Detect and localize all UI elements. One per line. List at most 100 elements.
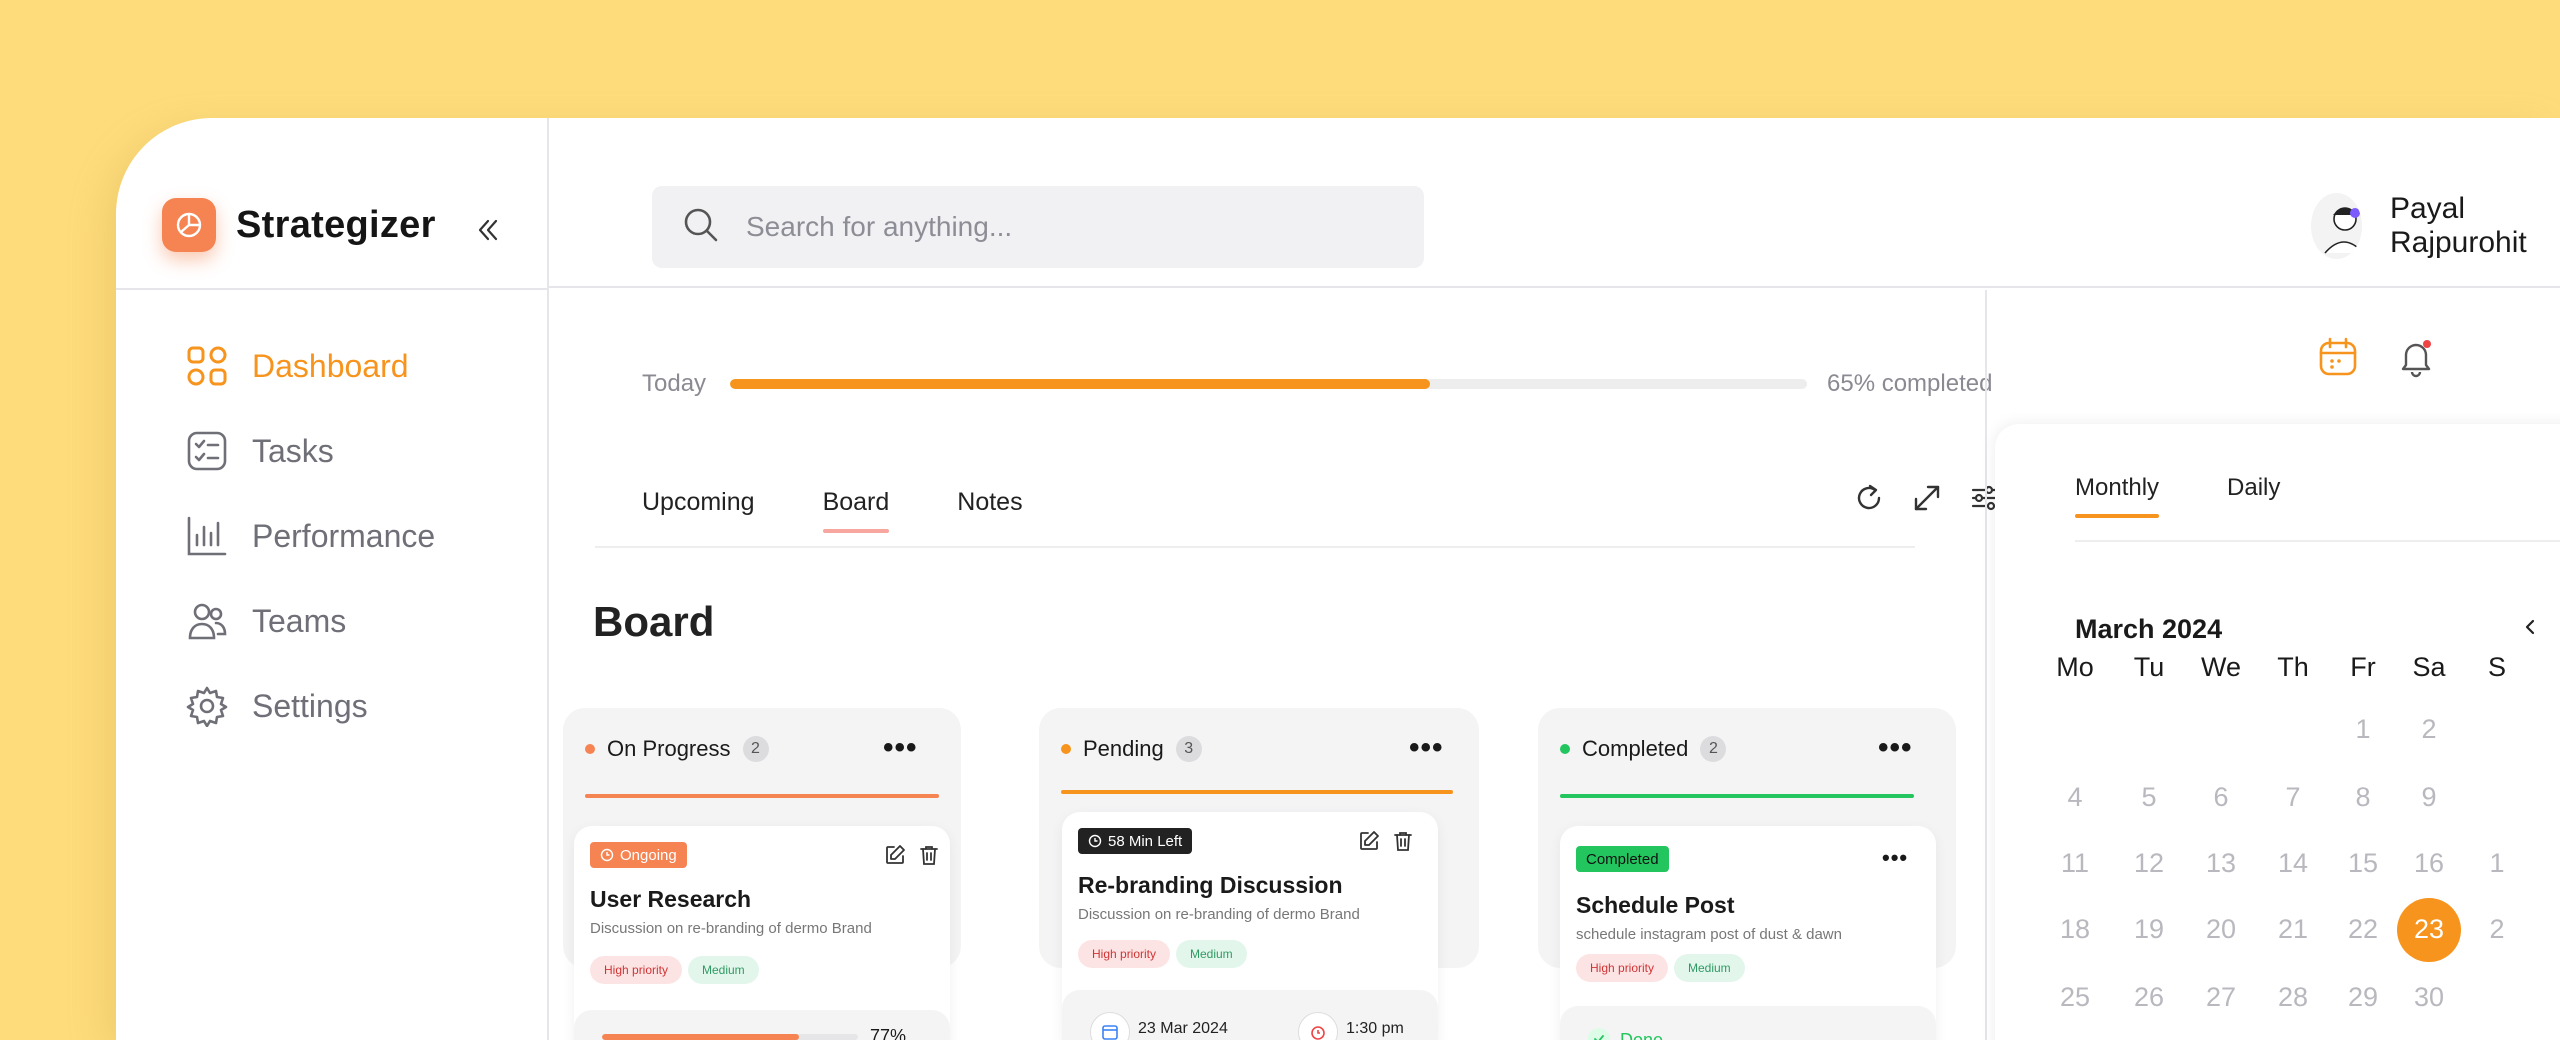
user-profile[interactable]: Payal Rajpurohit	[2311, 192, 2560, 260]
collapse-sidebar-icon[interactable]	[470, 210, 506, 250]
chip-label: Ongoing	[620, 846, 677, 864]
progress-label: Today	[642, 370, 707, 397]
calendar-day[interactable]: 21	[2261, 914, 2325, 945]
column-count: 2	[1700, 736, 1727, 762]
calendar-day[interactable]: 20	[2189, 914, 2253, 945]
task-card[interactable]: Ongoing User Research Discussion on re-b…	[574, 826, 950, 1040]
brand-logo-icon	[162, 198, 216, 252]
tab-notes[interactable]: Notes	[957, 488, 1022, 533]
card-more-icon[interactable]: •••	[1882, 847, 1908, 869]
calendar-day[interactable]: 13	[2189, 848, 2253, 879]
card-actions	[1348, 828, 1416, 854]
avatar	[2311, 193, 2362, 259]
delete-icon[interactable]	[1390, 828, 1416, 854]
more-options-icon[interactable]: •••	[1409, 733, 1444, 763]
bell-icon[interactable]	[2391, 332, 2441, 382]
calendar-day[interactable]: 4	[2043, 782, 2107, 813]
edit-icon[interactable]	[1356, 828, 1382, 854]
refresh-icon[interactable]	[1849, 478, 1889, 518]
today-progress: Today 65% completed	[642, 370, 2002, 398]
calendar-day[interactable]: 1	[2331, 714, 2395, 745]
tab-monthly[interactable]: Monthly	[2075, 474, 2160, 518]
calendar-day[interactable]: 15	[2331, 848, 2395, 879]
tab-upcoming[interactable]: Upcoming	[642, 488, 755, 533]
tab-daily[interactable]: Daily	[2227, 474, 2280, 518]
priority-tag: High priority	[1078, 940, 1171, 968]
column-header: Completed 2	[1560, 736, 1727, 762]
view-tabs: Upcoming Board Notes	[642, 488, 1091, 533]
calendar-icon[interactable]	[2313, 332, 2363, 382]
more-options-icon[interactable]: •••	[1878, 733, 1913, 763]
search-icon	[682, 206, 720, 249]
tab-board[interactable]: Board	[822, 488, 889, 533]
priority-tag: High priority	[590, 956, 683, 984]
task-card[interactable]: 58 Min Left Re-branding Discussion Discu…	[1062, 812, 1438, 1040]
column-header: On Progress 2	[585, 736, 769, 762]
search-input[interactable]	[746, 211, 1386, 243]
card-title: User Research	[590, 886, 752, 912]
calendar-day[interactable]: 29	[2331, 982, 2395, 1013]
chip-label: Completed	[1586, 850, 1659, 868]
calendar-day[interactable]: 6	[2189, 782, 2253, 813]
column-header: Pending 3	[1061, 736, 1202, 762]
calendar-day[interactable]: 22	[2331, 914, 2395, 945]
calendar-tabs: Monthly Daily	[2075, 474, 2348, 518]
chart-icon	[184, 513, 230, 559]
board-column-completed: Completed 2 ••• Completed ••• Schedule P…	[1538, 708, 1956, 1040]
sidebar-item-label: Tasks	[252, 432, 334, 469]
calendar-day[interactable]: 16	[2397, 848, 2461, 879]
column-underline	[1560, 794, 1914, 798]
status-dot	[1061, 744, 1071, 754]
calendar-day[interactable]: 19	[2117, 914, 2181, 945]
chevron-left-icon[interactable]	[2515, 612, 2545, 642]
calendar-panel: Monthly Daily March 2024 Mo Tu We Th Fr Sa S 1 2…	[1995, 424, 2560, 1040]
card-title: Schedule Post	[1576, 892, 1735, 918]
calendar-day[interactable]: 11	[2043, 848, 2107, 879]
clock-icon	[600, 848, 614, 862]
alarm-icon	[1298, 1012, 1338, 1040]
calendar-day[interactable]: 14	[2261, 848, 2325, 879]
sidebar-item-label: Dashboard	[252, 347, 409, 384]
card-progress-footer: 77%	[574, 1010, 950, 1040]
calendar-day[interactable]: 12	[2117, 848, 2181, 879]
sidebar-item-performance[interactable]: Performance	[184, 511, 435, 561]
delete-icon[interactable]	[916, 842, 942, 868]
calendar-day[interactable]: 2	[2465, 914, 2529, 945]
calendar-sidebar: Monthly Daily March 2024 Mo Tu We Th Fr Sa S 1 2…	[1985, 290, 2560, 1040]
sidebar-item-dashboard[interactable]: Dashboard	[184, 341, 409, 391]
task-card[interactable]: Completed ••• Schedule Post schedule ins…	[1560, 826, 1936, 1040]
expand-icon[interactable]	[1907, 478, 1947, 518]
calendar-day[interactable]: 28	[2261, 982, 2325, 1013]
card-description: Discussion on re-branding of dermo Brand	[590, 920, 872, 937]
sidebar-item-settings[interactable]: Settings	[184, 681, 368, 731]
calendar-day[interactable]: 5	[2117, 782, 2181, 813]
column-underline	[1061, 790, 1453, 794]
calendar-day[interactable]: 30	[2397, 982, 2461, 1013]
calendar-day[interactable]: 8	[2331, 782, 2395, 813]
tasks-icon	[184, 428, 230, 474]
card-progress-fill	[602, 1034, 800, 1040]
grid-icon	[184, 343, 230, 389]
calendar-day[interactable]: 27	[2189, 982, 2253, 1013]
column-count: 3	[1175, 736, 1202, 762]
calendar-day[interactable]: 18	[2043, 914, 2107, 945]
calendar-day-today[interactable]: 23	[2397, 914, 2461, 945]
calendar-day[interactable]: 7	[2261, 782, 2325, 813]
calendar-day[interactable]: 1	[2465, 848, 2529, 879]
weekday-label: Tu	[2133, 652, 2165, 682]
status-chip: Ongoing	[590, 842, 687, 868]
calendar-day[interactable]: 26	[2117, 982, 2181, 1013]
sidebar-item-tasks[interactable]: Tasks	[184, 426, 334, 476]
sidebar-item-teams[interactable]: Teams	[184, 596, 346, 646]
level-tag: Medium	[688, 956, 759, 984]
calendar-day[interactable]: 9	[2397, 782, 2461, 813]
brand-name: Strategizer	[236, 203, 436, 246]
progress-bar	[730, 379, 1807, 389]
calendar-day[interactable]: 2	[2397, 714, 2461, 745]
more-options-icon[interactable]: •••	[883, 733, 918, 763]
calendar-day[interactable]: 25	[2043, 982, 2107, 1013]
card-progress-text: 77%	[870, 1026, 907, 1040]
weekday-label: Th	[2277, 652, 2309, 682]
clock-icon	[1088, 834, 1102, 848]
edit-icon[interactable]	[882, 842, 908, 868]
